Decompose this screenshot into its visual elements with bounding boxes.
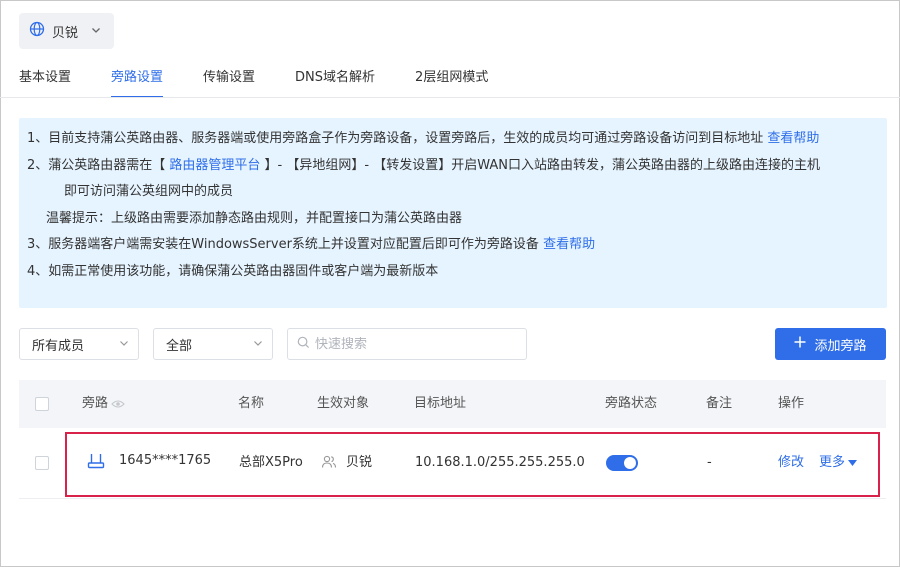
notice-line-3: 3、服务器端客户端需安装在WindowsServer系统上并设置对应配置后即可作…: [27, 237, 596, 252]
tab-bar: 基本设置 旁路设置 传输设置 DNS域名解析 2层组网模式: [19, 60, 528, 98]
notice-line-4: 4、如需正常使用该功能，请确保蒲公英路由器固件或客户端为最新版本: [27, 263, 439, 279]
header-remark: 备注: [706, 396, 733, 411]
search-box: [287, 328, 527, 360]
member-filter-select[interactable]: 所有成员: [19, 328, 139, 360]
tab-bypass-settings[interactable]: 旁路设置: [111, 60, 164, 98]
select-all-checkbox[interactable]: [35, 397, 49, 411]
network-selector[interactable]: 贝锐: [19, 13, 114, 49]
tab-layer2-mode[interactable]: 2层组网模式: [415, 60, 488, 98]
row-checkbox[interactable]: [35, 456, 49, 470]
caret-down-icon: [848, 460, 858, 466]
type-filter-select[interactable]: 全部: [153, 328, 273, 360]
tab-transport-settings[interactable]: 传输设置: [203, 60, 255, 98]
tab-basic-settings[interactable]: 基本设置: [19, 60, 71, 98]
member-filter-value: 所有成员: [32, 338, 85, 354]
tabs-divider: [0, 97, 900, 98]
row-name: 总部X5Pro: [239, 455, 303, 470]
header-name: 名称: [238, 396, 265, 411]
router-icon: [87, 452, 105, 476]
row-device-id: 1645****1765: [119, 453, 212, 468]
search-icon: [297, 336, 310, 353]
header-status: 旁路状态: [605, 396, 658, 411]
user-group-icon: [321, 454, 337, 476]
help-link-2[interactable]: 查看帮助: [543, 237, 595, 252]
notice-line-2: 2、蒲公英路由器需在【 路由器管理平台 】- 【异地组网】- 【转发设置】开启W…: [27, 157, 820, 173]
notice-tip: 温馨提示：上级路由需要添加静态路由规则，并配置接口为蒲公英路由器: [46, 210, 463, 226]
tab-dns[interactable]: DNS域名解析: [295, 60, 375, 98]
bypass-status-toggle[interactable]: [606, 455, 638, 471]
row-divider: [19, 498, 886, 499]
more-dropdown[interactable]: 更多: [819, 454, 858, 472]
help-link-1[interactable]: 查看帮助: [767, 131, 819, 146]
table-header: 旁路 名称 生效对象 目标地址 旁路状态 备注 操作: [19, 380, 886, 428]
chevron-down-icon: [119, 337, 129, 352]
edit-link[interactable]: 修改: [778, 454, 804, 472]
notice-line-1: 1、目前支持蒲公英路由器、服务器端或使用旁路盒子作为旁路设备，设置旁路后，生效的…: [27, 131, 820, 146]
header-target: 生效对象: [317, 396, 370, 411]
row-address: 10.168.1.0/255.255.255.0: [415, 455, 585, 470]
chevron-down-icon: [91, 24, 101, 39]
type-filter-value: 全部: [166, 338, 193, 354]
row-remark: -: [707, 455, 712, 470]
network-selector-label: 贝锐: [52, 25, 79, 41]
table-row: 1645****1765 总部X5Pro 贝锐 10.168.1.0/255.2…: [19, 428, 886, 498]
globe-icon: [29, 21, 45, 41]
router-platform-link[interactable]: 路由器管理平台: [169, 158, 260, 173]
row-target: 贝锐: [346, 455, 373, 470]
add-bypass-label: 添加旁路: [814, 338, 867, 354]
plus-icon: [794, 336, 806, 352]
add-bypass-button[interactable]: 添加旁路: [775, 328, 886, 360]
notice-box: 1、目前支持蒲公英路由器、服务器端或使用旁路盒子作为旁路设备，设置旁路后，生效的…: [19, 118, 887, 308]
header-address: 目标地址: [414, 396, 467, 411]
chevron-down-icon: [253, 337, 263, 352]
header-bypass: 旁路: [82, 380, 125, 428]
notice-line-2-cont: 即可访问蒲公英组网中的成员: [64, 184, 234, 199]
header-action: 操作: [778, 396, 805, 411]
search-input[interactable]: [315, 336, 515, 352]
eye-icon[interactable]: [111, 380, 125, 428]
